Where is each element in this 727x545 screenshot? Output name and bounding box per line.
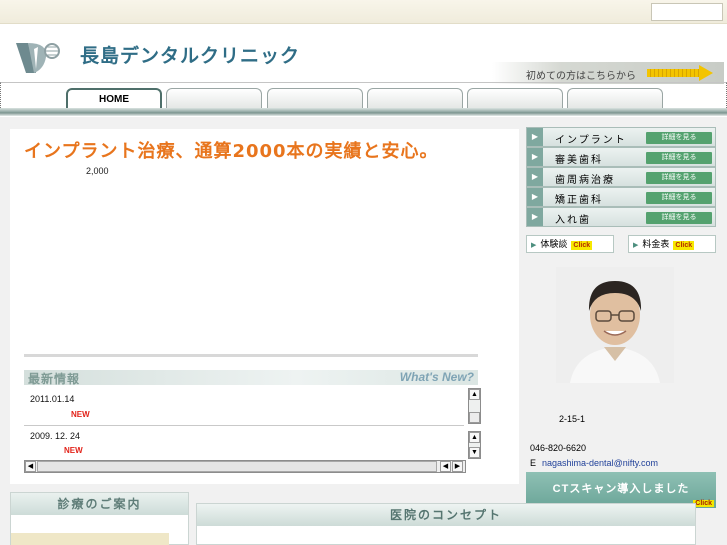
header: 長島デンタルクリニック 初めての方はこちらから bbox=[0, 24, 727, 84]
clinic-email: Enagashima-dental@nifty.com bbox=[530, 458, 658, 468]
main-nav: HOME bbox=[0, 82, 727, 109]
email-link[interactable]: nagashima-dental@nifty.com bbox=[542, 458, 658, 468]
scroll-left-icon[interactable]: ◀ bbox=[440, 461, 451, 472]
scroll-up-icon[interactable]: ▲ bbox=[469, 389, 480, 400]
scroll-right-icon[interactable]: ▶ bbox=[452, 461, 463, 472]
scroll-thumb[interactable] bbox=[37, 461, 437, 472]
implant-count: 2,000 bbox=[86, 166, 109, 176]
tab-home[interactable]: HOME bbox=[66, 88, 162, 109]
clinic-tel: 046-820-6620 bbox=[530, 443, 587, 453]
news-hscrollbar[interactable]: ◀ ◀ ▶ bbox=[24, 460, 466, 473]
fees-label: 料金表 bbox=[642, 239, 670, 249]
bullet-icon: ▶ bbox=[527, 168, 543, 186]
clinic-address: 2-15-1 bbox=[559, 414, 586, 424]
page-body: インプラント治療、通算2000本の実績と安心。 2,000 最新情報 What'… bbox=[0, 117, 727, 545]
tab-5[interactable] bbox=[467, 88, 563, 109]
fees-link[interactable]: ▶ 料金表 Click bbox=[628, 235, 716, 253]
detail-button[interactable]: 詳細を見る bbox=[646, 152, 712, 164]
tab-4[interactable] bbox=[367, 88, 463, 109]
detail-button[interactable]: 詳細を見る bbox=[646, 192, 712, 204]
click-badge: Click bbox=[673, 241, 695, 250]
arrow-right-icon bbox=[699, 65, 713, 81]
news-item[interactable]: 2009. 12. 24 bbox=[24, 431, 464, 441]
clinic-name: 長島デンタルクリニック bbox=[80, 45, 301, 67]
news-item[interactable]: 2011.01.14 bbox=[24, 394, 464, 404]
headline: インプラント治療、通算2000本の実績と安心。 bbox=[24, 141, 439, 162]
concept-title: 医院のコンセプト bbox=[197, 504, 695, 526]
doctor-photo bbox=[556, 267, 674, 383]
news-scrollbar-1[interactable]: ▲ bbox=[468, 388, 481, 424]
clinic-logo-icon bbox=[16, 43, 60, 73]
first-time-link[interactable]: 初めての方はこちらから bbox=[492, 62, 724, 84]
experience-label: 体験談 bbox=[540, 239, 568, 249]
treatment-guide-title: 診療のご案内 bbox=[11, 493, 188, 515]
top-bar bbox=[0, 0, 727, 24]
sidebar-item-label: インプラント bbox=[555, 135, 627, 146]
news-date: 2011.01.14 bbox=[30, 394, 75, 404]
email-prefix: E bbox=[530, 458, 537, 468]
new-badge: NEW bbox=[64, 446, 83, 455]
experience-link[interactable]: ▶ 体験談 Click bbox=[526, 235, 614, 253]
new-badge: NEW bbox=[71, 410, 90, 419]
click-badge: Click bbox=[693, 500, 714, 507]
click-badge: Click bbox=[571, 241, 593, 250]
first-time-bar-icon bbox=[647, 69, 699, 77]
news-header: 最新情報 What's New? bbox=[24, 370, 478, 386]
top-search-input[interactable] bbox=[651, 3, 723, 21]
sidebar-item-implant[interactable]: ▶ インプラント 詳細を見る bbox=[526, 127, 716, 147]
sidebar-item-label: 矯正歯科 bbox=[555, 195, 603, 206]
sidebar-item-label: 審美歯科 bbox=[555, 155, 603, 166]
scroll-up-icon[interactable]: ▲ bbox=[469, 432, 480, 443]
sidebar: ▶ インプラント 詳細を見る ▶ 審美歯科 詳細を見る ▶ 歯周病治療 詳細を見… bbox=[526, 127, 720, 508]
scroll-down-icon[interactable]: ▼ bbox=[469, 447, 480, 458]
bullet-icon: ▶ bbox=[527, 148, 543, 166]
detail-button[interactable]: 詳細を見る bbox=[646, 132, 712, 144]
scroll-left-icon[interactable]: ◀ bbox=[25, 461, 36, 472]
sidebar-item-label: 入れ歯 bbox=[555, 215, 591, 226]
ct-banner-text: CTスキャン導入しました bbox=[552, 483, 690, 495]
concept-panel: 医院のコンセプト bbox=[196, 503, 696, 545]
bullet-icon: ▶ bbox=[527, 208, 543, 226]
news-divider bbox=[24, 425, 464, 426]
news-scrollbar-2[interactable]: ▲ ▼ bbox=[468, 431, 481, 459]
sidebar-item-periodontal[interactable]: ▶ 歯周病治療 詳細を見る bbox=[526, 167, 716, 187]
news-title-en: What's New? bbox=[399, 370, 474, 384]
guide-band bbox=[11, 533, 169, 545]
scroll-down-icon[interactable] bbox=[469, 412, 480, 423]
bullet-icon: ▶ bbox=[527, 128, 543, 146]
main-panel: インプラント治療、通算2000本の実績と安心。 2,000 最新情報 What'… bbox=[10, 129, 519, 484]
sidebar-item-orthodontics[interactable]: ▶ 矯正歯科 詳細を見る bbox=[526, 187, 716, 207]
tab-6[interactable] bbox=[567, 88, 663, 109]
bullet-icon: ▶ bbox=[633, 242, 639, 249]
treatment-guide-panel: 診療のご案内 bbox=[10, 492, 189, 545]
nav-divider bbox=[0, 108, 727, 116]
sidebar-item-cosmetic[interactable]: ▶ 審美歯科 詳細を見る bbox=[526, 147, 716, 167]
first-time-label: 初めての方はこちらから bbox=[526, 71, 636, 82]
tab-2[interactable] bbox=[166, 88, 262, 109]
sidebar-item-dentures[interactable]: ▶ 入れ歯 詳細を見る bbox=[526, 207, 716, 227]
news-date: 2009. 12. 24 bbox=[30, 431, 81, 441]
bullet-icon: ▶ bbox=[531, 242, 537, 249]
detail-button[interactable]: 詳細を見る bbox=[646, 172, 712, 184]
sidebar-item-label: 歯周病治療 bbox=[555, 175, 615, 186]
bullet-icon: ▶ bbox=[527, 188, 543, 206]
news-separator bbox=[24, 354, 478, 357]
tab-3[interactable] bbox=[267, 88, 363, 109]
news-title: 最新情報 bbox=[28, 372, 81, 386]
detail-button[interactable]: 詳細を見る bbox=[646, 212, 712, 224]
